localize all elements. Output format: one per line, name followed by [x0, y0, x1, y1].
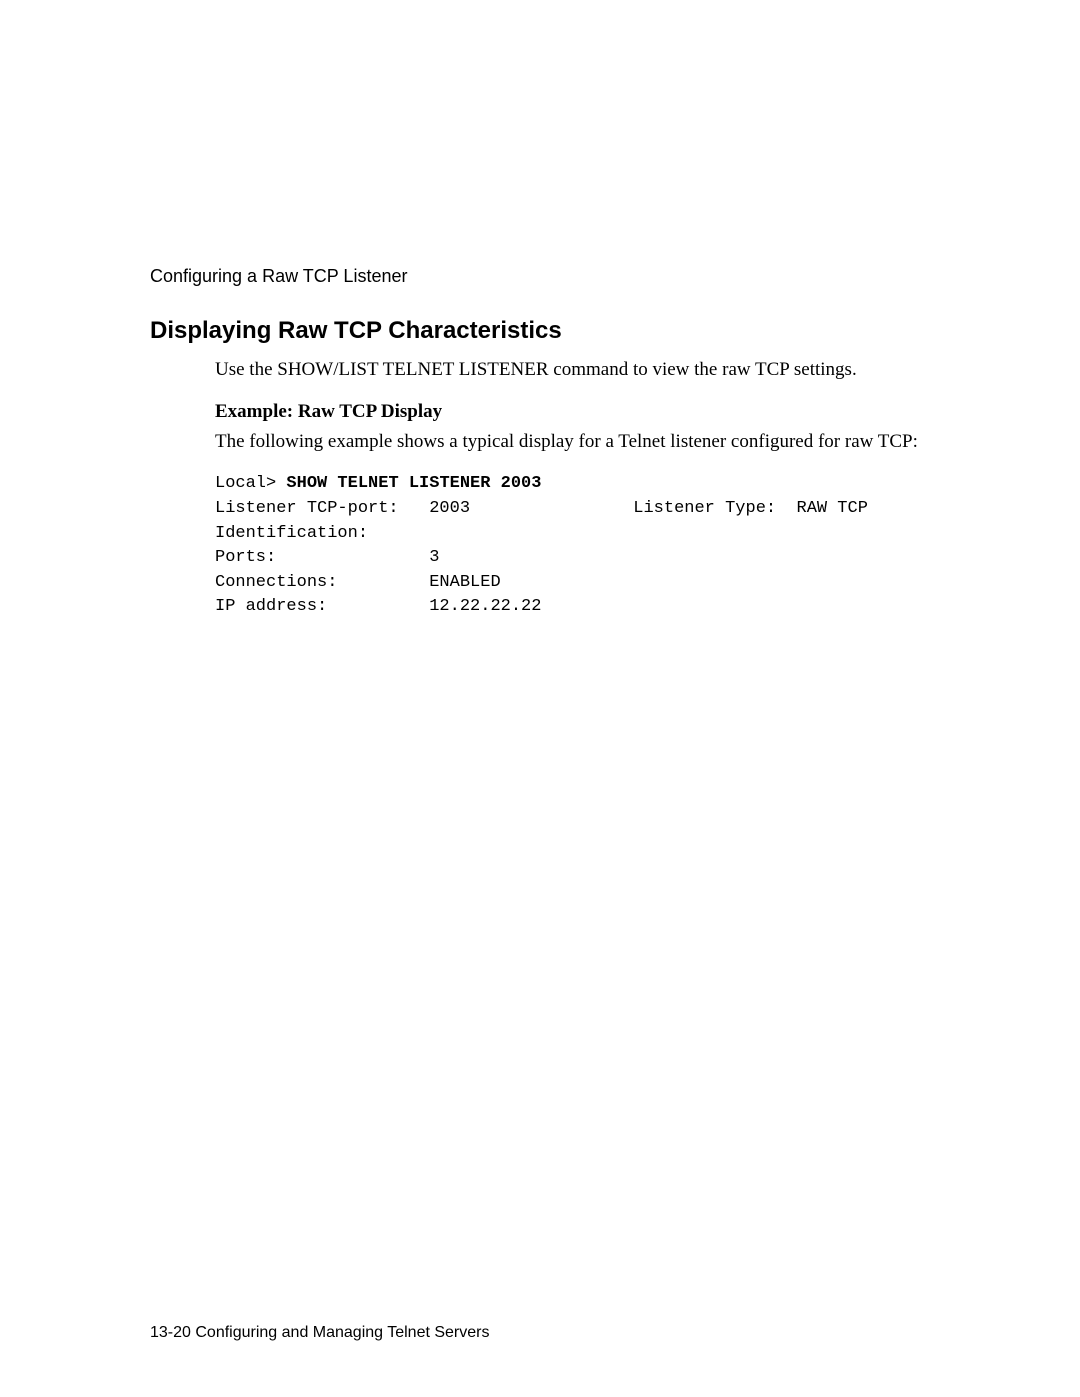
- code-output-line: IP address: 12.22.22.22: [215, 597, 541, 616]
- code-example: Local> SHOW TELNET LISTENER 2003 Listene…: [215, 472, 930, 620]
- intro-text: Use the SHOW/LIST TELNET LISTENER comman…: [215, 357, 930, 383]
- document-page: Configuring a Raw TCP Listener Displayin…: [0, 0, 1080, 1397]
- example-description: The following example shows a typical di…: [215, 429, 930, 455]
- code-output-line: Connections: ENABLED: [215, 573, 501, 592]
- example-heading: Example: Raw TCP Display: [215, 401, 930, 423]
- page-footer: 13-20 Configuring and Managing Telnet Se…: [150, 1324, 489, 1342]
- code-output-line: Ports: 3: [215, 548, 439, 567]
- page-heading: Displaying Raw TCP Characteristics: [150, 317, 930, 345]
- body-block: Use the SHOW/LIST TELNET LISTENER comman…: [215, 357, 930, 620]
- code-output-line: Listener TCP-port: 2003 Listener Type: R…: [215, 499, 868, 518]
- code-prompt: Local>: [215, 474, 286, 493]
- code-command: SHOW TELNET LISTENER 2003: [286, 474, 541, 493]
- section-label: Configuring a Raw TCP Listener: [150, 266, 930, 287]
- content-block: Configuring a Raw TCP Listener Displayin…: [150, 266, 930, 620]
- code-output-line: Identification:: [215, 524, 368, 543]
